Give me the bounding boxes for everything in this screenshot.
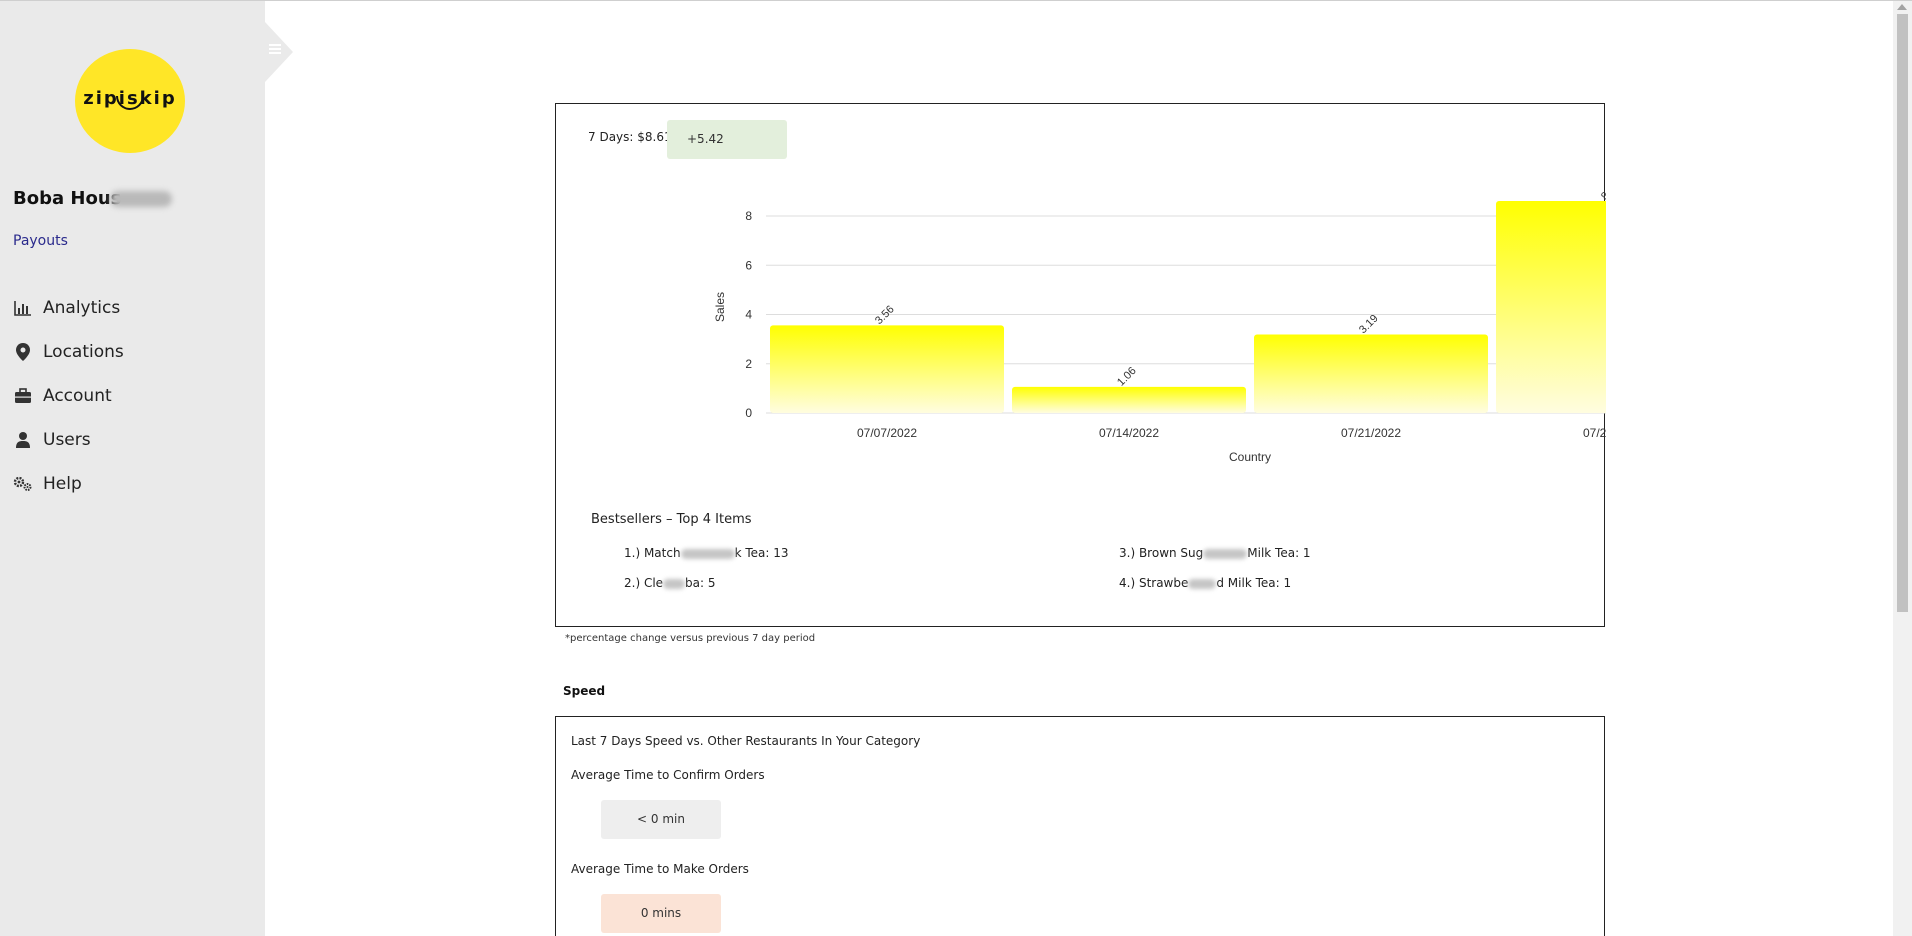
bestseller-text: 3.) Brown Sug (1119, 546, 1204, 560)
sidebar-item-locations[interactable]: Locations (13, 339, 124, 365)
x-tick-label: 07/21/2022 (1341, 426, 1401, 440)
sidebar-item-account[interactable]: Account (13, 383, 112, 409)
y-tick-label: 0 (745, 406, 752, 420)
bar-chart-icon (13, 298, 33, 318)
zipiskip-logo[interactable]: zipiskip (75, 49, 185, 153)
sidebar-item-analytics[interactable]: Analytics (13, 295, 120, 321)
user-icon (13, 430, 33, 450)
sales-panel: 7 Days: $8.61 +5.42 0 2 4 6 8 Sales 3.56 07/07/… (555, 103, 1606, 627)
gears-icon (13, 474, 33, 494)
bar-data-label: 8.61 (1599, 179, 1606, 203)
sidebar: zipiskip Boba Hous Payouts Analytics Loc… (0, 1, 265, 936)
scrollbar-thumb[interactable] (1897, 14, 1908, 612)
sales-bar-chart: 0 2 4 6 8 Sales 3.56 07/07/2022 1.06 07/14/2022 3.… (713, 179, 1606, 464)
bestseller-item-2: 2.) Cle ba: 5 (624, 576, 716, 590)
business-name: Boba Hous (13, 188, 122, 209)
x-tick-label: 07/14/2022 (1099, 426, 1159, 440)
map-pin-icon (13, 342, 33, 362)
y-tick-label: 6 (745, 258, 752, 272)
bestseller-text: Milk Tea: 1 (1247, 546, 1311, 560)
y-tick-label: 8 (745, 209, 752, 223)
bar (1254, 334, 1488, 413)
sidebar-item-label: Users (43, 430, 91, 450)
sidebar-item-label: Help (43, 474, 82, 494)
redacted-text (1203, 548, 1248, 559)
top-border (0, 0, 1912, 1)
sidebar-item-help[interactable]: Help (13, 471, 82, 497)
speed-section-label: Speed (563, 684, 606, 698)
bestseller-item-3: 3.) Brown Sug Milk Tea: 1 (1119, 546, 1311, 560)
bar (1496, 201, 1606, 413)
y-tick-label: 4 (745, 308, 752, 322)
speed-panel-title: Last 7 Days Speed vs. Other Restaurants … (571, 734, 921, 748)
x-tick-label: 07/07/2022 (857, 426, 917, 440)
bestseller-text: d Milk Tea: 1 (1216, 576, 1292, 590)
bestseller-text: 1.) Match (624, 546, 681, 560)
bar (770, 325, 1004, 413)
bar (1012, 386, 1246, 413)
bestseller-text: 2.) Cle (624, 576, 664, 590)
bar-data-label: 3.19 (1357, 313, 1381, 337)
redacted-text (663, 578, 686, 589)
x-tick-label: 07/28/2022 (1583, 426, 1606, 440)
redacted-text (680, 548, 735, 559)
confirm-time-badge: < 0 min (601, 800, 721, 839)
hamburger-icon[interactable] (269, 44, 281, 58)
sidebar-item-label: Analytics (43, 298, 121, 318)
redacted-text (1188, 578, 1217, 589)
y-tick-label: 2 (745, 357, 752, 371)
sales-footnote: *percentage change versus previous 7 day… (565, 633, 816, 644)
y-axis-label: Sales (713, 292, 727, 322)
x-axis-label: Country (1229, 450, 1271, 464)
bar-data-label: 3.56 (873, 303, 897, 327)
bestseller-item-4: 4.) Strawbe d Milk Tea: 1 (1119, 576, 1291, 590)
speed-panel: Last 7 Days Speed vs. Other Restaurants … (555, 716, 1605, 936)
confirm-time-title: Average Time to Confirm Orders (571, 768, 765, 782)
scroll-up-arrow-icon[interactable] (1897, 4, 1907, 10)
bestseller-text: ba: 5 (685, 576, 716, 590)
make-time-title: Average Time to Make Orders (571, 862, 749, 876)
make-time-badge: 0 mins (601, 894, 721, 933)
bestseller-text: k Tea: 13 (734, 546, 789, 560)
bestsellers-title: Bestsellers – Top 4 Items (591, 512, 752, 527)
sidebar-item-users[interactable]: Users (13, 427, 91, 453)
payouts-link[interactable]: Payouts (13, 233, 68, 249)
sidebar-item-label: Account (43, 386, 112, 406)
bestseller-item-1: 1.) Match k Tea: 13 (624, 546, 788, 560)
bestseller-text: 4.) Strawbe (1119, 576, 1189, 590)
bar-data-label: 1.06 (1115, 365, 1139, 389)
redacted-business-name (110, 191, 172, 207)
sidebar-item-label: Locations (43, 342, 124, 362)
briefcase-icon (13, 386, 33, 406)
